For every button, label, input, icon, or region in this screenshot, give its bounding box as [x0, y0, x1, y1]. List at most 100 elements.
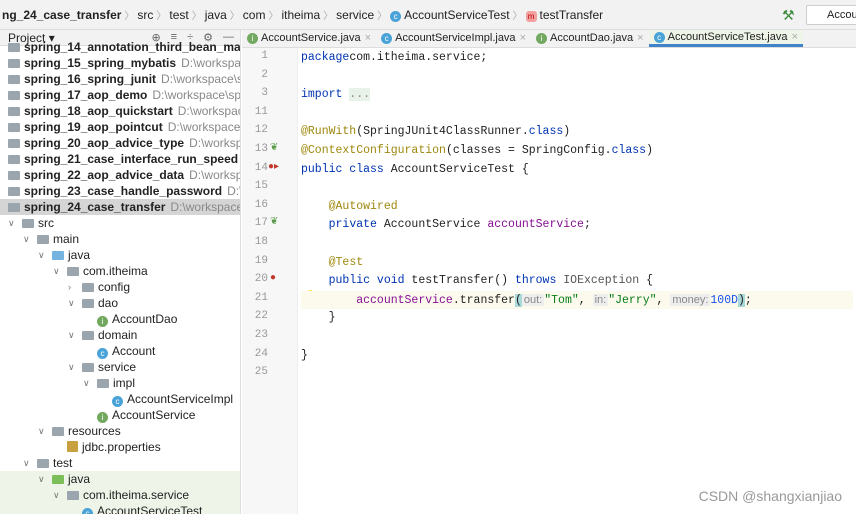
- folder-icon: [52, 251, 64, 260]
- chevron-down-icon[interactable]: ∨: [8, 215, 18, 231]
- project-name: spring_18_aop_quickstart: [24, 104, 173, 118]
- code-line[interactable]: [301, 68, 853, 86]
- chevron-down-icon[interactable]: ∨: [68, 327, 78, 343]
- code-line[interactable]: public void testTransfer() throws IOExce…: [301, 272, 853, 290]
- project-item[interactable]: spring_14_annotation_third_bean_manager: [0, 39, 240, 55]
- tree-item[interactable]: ∨ domain: [0, 327, 240, 343]
- code-line[interactable]: public class AccountServiceTest {: [301, 161, 853, 179]
- code-line[interactable]: [301, 328, 853, 346]
- chevron-right-icon: 〉: [191, 11, 202, 22]
- tree-item[interactable]: ∨ service: [0, 359, 240, 375]
- chevron-right-icon: 〉: [124, 11, 135, 22]
- code-token: ;: [583, 218, 591, 232]
- project-item[interactable]: spring_23_case_handle_password D:\worksp: [0, 183, 240, 199]
- close-icon[interactable]: ×: [520, 30, 526, 47]
- spring-bean-icon[interactable]: ❦: [270, 142, 278, 153]
- tree-item[interactable]: ∨ test: [0, 455, 240, 471]
- project-item[interactable]: spring_18_aop_quickstart D:\workspace\spr…: [0, 103, 240, 119]
- chevron-down-icon[interactable]: ∨: [38, 423, 48, 439]
- project-item[interactable]: spring_17_aop_demo D:\workspace\spring\s: [0, 87, 240, 103]
- breadcrumb-item[interactable]: service: [334, 8, 376, 22]
- tree-item[interactable]: ∨ impl: [0, 375, 240, 391]
- tree-item[interactable]: i AccountService: [0, 407, 240, 423]
- code-token: .transfer: [452, 293, 515, 307]
- tree-item-label: domain: [98, 328, 138, 342]
- tab-accountservicetest[interactable]: c AccountServiceTest.java ×: [648, 29, 803, 47]
- code-line[interactable]: [301, 235, 853, 253]
- chevron-down-icon[interactable]: ∨: [23, 455, 33, 471]
- code-token: 100D: [710, 293, 738, 307]
- folder-icon: [37, 235, 49, 244]
- project-item[interactable]: spring_22_aop_advice_data D:\workspace\sp: [0, 167, 240, 183]
- code-token: @Test: [328, 255, 364, 269]
- breadcrumb-item[interactable]: com: [241, 8, 268, 22]
- module-folder-icon: [8, 91, 20, 100]
- tree-item[interactable]: ∨ com.itheima: [0, 263, 240, 279]
- project-item[interactable]: spring_24_case_transfer D:\workspace\spri…: [0, 199, 240, 215]
- code-line[interactable]: private AccountService accountService;: [301, 216, 853, 234]
- breadcrumb-item[interactable]: ng_24_case_transfer: [0, 8, 123, 22]
- project-item[interactable]: spring_19_aop_pointcut D:\workspace\sprin…: [0, 119, 240, 135]
- build-hammer-icon[interactable]: ⚒: [782, 7, 795, 24]
- code-line[interactable]: }: [301, 309, 853, 327]
- tree-item[interactable]: ∨ com.itheima.service: [0, 487, 240, 503]
- tree-item[interactable]: ∨ dao: [0, 295, 240, 311]
- tab-accountserviceimpl[interactable]: c AccountServiceImpl.java ×: [376, 30, 531, 47]
- close-icon[interactable]: ×: [365, 30, 371, 47]
- code-line[interactable]: @ContextConfiguration(classes = SpringCo…: [301, 142, 853, 160]
- breadcrumb-item[interactable]: test: [167, 8, 190, 22]
- code-line[interactable]: packagecom.itheima.service;: [301, 49, 853, 67]
- tree-item[interactable]: › config: [0, 279, 240, 295]
- code-line[interactable]: accountService.transfer(out: "Tom", in: "J…: [301, 290, 853, 309]
- chevron-down-icon[interactable]: ∨: [23, 231, 33, 247]
- tree-item[interactable]: ∨ src: [0, 215, 240, 231]
- breadcrumb-item[interactable]: java: [203, 8, 229, 22]
- breadcrumb-item[interactable]: itheima: [279, 8, 322, 22]
- project-item[interactable]: spring_16_spring_junit D:\workspace\sprin…: [0, 71, 240, 87]
- tree-item[interactable]: ∨ java: [0, 471, 240, 487]
- tree-item[interactable]: ∨ main: [0, 231, 240, 247]
- tree-item[interactable]: i AccountDao: [0, 311, 240, 327]
- code-line[interactable]: @RunWith(SpringJUnit4ClassRunner.class): [301, 123, 853, 141]
- code-editor[interactable]: packagecom.itheima.service; import ... @Ru…: [298, 48, 856, 514]
- tree-item[interactable]: c AccountServiceImpl: [0, 391, 240, 407]
- code-line[interactable]: [301, 179, 853, 197]
- project-item[interactable]: spring_15_spring_mybatis D:\workspace\spr: [0, 55, 240, 71]
- project-item[interactable]: spring_20_aop_advice_type D:\workspace\sp: [0, 135, 240, 151]
- breadcrumb-item[interactable]: m testTransfer: [524, 8, 606, 22]
- code-line[interactable]: }: [301, 347, 853, 365]
- chevron-down-icon[interactable]: ∨: [38, 471, 48, 487]
- run-configuration-select[interactable]: Accou: [806, 5, 856, 25]
- tab-accountservice[interactable]: i AccountService.java ×: [242, 30, 376, 47]
- chevron-down-icon[interactable]: ∨: [53, 487, 63, 503]
- close-icon[interactable]: ×: [637, 30, 643, 47]
- tree-item[interactable]: ∨ resources: [0, 423, 240, 439]
- tree-item[interactable]: jdbc.properties: [0, 439, 240, 455]
- parameter-hint: out:: [521, 293, 545, 306]
- close-icon[interactable]: ×: [791, 29, 797, 46]
- project-path: D:\workspace\spring: [170, 200, 240, 214]
- chevron-right-icon[interactable]: ›: [68, 279, 78, 295]
- chevron-down-icon[interactable]: ∨: [68, 295, 78, 311]
- chevron-down-icon[interactable]: ∨: [68, 359, 78, 375]
- code-line[interactable]: @Test: [301, 254, 853, 272]
- chevron-down-icon[interactable]: ∨: [38, 247, 48, 263]
- code-line[interactable]: @Autowired: [301, 198, 853, 216]
- tree-item[interactable]: c AccountServiceTest: [0, 503, 240, 514]
- breadcrumb-item[interactable]: src: [135, 8, 155, 22]
- code-line[interactable]: [301, 365, 853, 383]
- code-token: public void: [328, 274, 405, 288]
- tree-item[interactable]: c Account: [0, 343, 240, 359]
- project-item[interactable]: spring_21_case_interface_run_speedD:\wor…: [0, 151, 240, 167]
- run-test-method-icon[interactable]: ●: [270, 272, 276, 283]
- code-line[interactable]: import ...: [301, 86, 853, 104]
- code-line[interactable]: [301, 105, 853, 123]
- chevron-down-icon[interactable]: ∨: [53, 263, 63, 279]
- tab-accountdao[interactable]: i AccountDao.java ×: [531, 30, 649, 47]
- run-test-class-icon[interactable]: ●▸: [268, 161, 279, 172]
- chevron-down-icon[interactable]: ∨: [83, 375, 93, 391]
- spring-autowired-icon[interactable]: ❦: [270, 216, 278, 227]
- interface-icon: i: [97, 316, 108, 327]
- breadcrumb-item[interactable]: c AccountServiceTest: [388, 8, 511, 22]
- tree-item[interactable]: ∨ java: [0, 247, 240, 263]
